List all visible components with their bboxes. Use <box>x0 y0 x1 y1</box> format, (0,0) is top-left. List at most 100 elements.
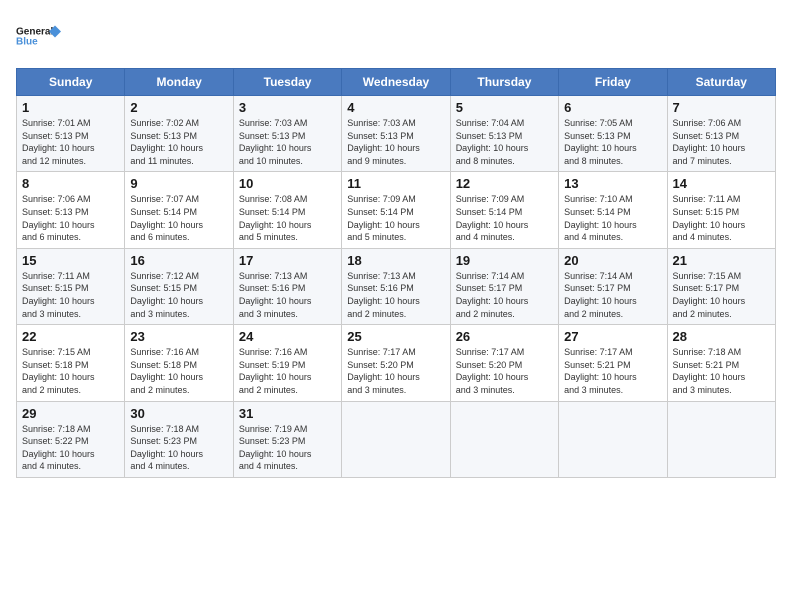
calendar-cell: 25 Sunrise: 7:17 AMSunset: 5:20 PMDaylig… <box>342 325 450 401</box>
day-number: 31 <box>239 406 336 421</box>
calendar-week-1: 1 Sunrise: 7:01 AMSunset: 5:13 PMDayligh… <box>17 96 776 172</box>
day-info: Sunrise: 7:03 AMSunset: 5:13 PMDaylight:… <box>239 117 336 167</box>
day-number: 17 <box>239 253 336 268</box>
calendar-cell: 30 Sunrise: 7:18 AMSunset: 5:23 PMDaylig… <box>125 401 233 477</box>
day-info: Sunrise: 7:13 AMSunset: 5:16 PMDaylight:… <box>239 270 336 320</box>
day-number: 15 <box>22 253 119 268</box>
day-info: Sunrise: 7:07 AMSunset: 5:14 PMDaylight:… <box>130 193 227 243</box>
svg-text:General: General <box>16 27 53 38</box>
day-info: Sunrise: 7:17 AMSunset: 5:21 PMDaylight:… <box>564 346 661 396</box>
day-number: 26 <box>456 329 553 344</box>
day-info: Sunrise: 7:14 AMSunset: 5:17 PMDaylight:… <box>456 270 553 320</box>
calendar-cell: 16 Sunrise: 7:12 AMSunset: 5:15 PMDaylig… <box>125 248 233 324</box>
day-info: Sunrise: 7:09 AMSunset: 5:14 PMDaylight:… <box>456 193 553 243</box>
day-number: 2 <box>130 100 227 115</box>
day-number: 19 <box>456 253 553 268</box>
calendar-cell: 3 Sunrise: 7:03 AMSunset: 5:13 PMDayligh… <box>233 96 341 172</box>
day-info: Sunrise: 7:11 AMSunset: 5:15 PMDaylight:… <box>22 270 119 320</box>
day-header-saturday: Saturday <box>667 69 775 96</box>
day-info: Sunrise: 7:08 AMSunset: 5:14 PMDaylight:… <box>239 193 336 243</box>
calendar-cell: 19 Sunrise: 7:14 AMSunset: 5:17 PMDaylig… <box>450 248 558 324</box>
day-info: Sunrise: 7:16 AMSunset: 5:18 PMDaylight:… <box>130 346 227 396</box>
calendar-cell: 14 Sunrise: 7:11 AMSunset: 5:15 PMDaylig… <box>667 172 775 248</box>
day-number: 20 <box>564 253 661 268</box>
calendar-week-3: 15 Sunrise: 7:11 AMSunset: 5:15 PMDaylig… <box>17 248 776 324</box>
calendar-cell: 12 Sunrise: 7:09 AMSunset: 5:14 PMDaylig… <box>450 172 558 248</box>
calendar-cell: 22 Sunrise: 7:15 AMSunset: 5:18 PMDaylig… <box>17 325 125 401</box>
calendar-cell <box>342 401 450 477</box>
day-number: 3 <box>239 100 336 115</box>
calendar-week-2: 8 Sunrise: 7:06 AMSunset: 5:13 PMDayligh… <box>17 172 776 248</box>
day-number: 7 <box>673 100 770 115</box>
calendar-table: SundayMondayTuesdayWednesdayThursdayFrid… <box>16 68 776 478</box>
day-number: 12 <box>456 176 553 191</box>
day-info: Sunrise: 7:18 AMSunset: 5:22 PMDaylight:… <box>22 423 119 473</box>
day-info: Sunrise: 7:01 AMSunset: 5:13 PMDaylight:… <box>22 117 119 167</box>
day-number: 29 <box>22 406 119 421</box>
day-info: Sunrise: 7:15 AMSunset: 5:18 PMDaylight:… <box>22 346 119 396</box>
day-info: Sunrise: 7:19 AMSunset: 5:23 PMDaylight:… <box>239 423 336 473</box>
day-header-thursday: Thursday <box>450 69 558 96</box>
calendar-cell <box>450 401 558 477</box>
day-info: Sunrise: 7:12 AMSunset: 5:15 PMDaylight:… <box>130 270 227 320</box>
logo-svg: General Blue <box>16 16 66 58</box>
day-header-row: SundayMondayTuesdayWednesdayThursdayFrid… <box>17 69 776 96</box>
logo: General Blue <box>16 16 66 58</box>
calendar-cell: 11 Sunrise: 7:09 AMSunset: 5:14 PMDaylig… <box>342 172 450 248</box>
day-info: Sunrise: 7:10 AMSunset: 5:14 PMDaylight:… <box>564 193 661 243</box>
calendar-cell: 17 Sunrise: 7:13 AMSunset: 5:16 PMDaylig… <box>233 248 341 324</box>
day-header-sunday: Sunday <box>17 69 125 96</box>
calendar-cell: 2 Sunrise: 7:02 AMSunset: 5:13 PMDayligh… <box>125 96 233 172</box>
calendar-cell: 27 Sunrise: 7:17 AMSunset: 5:21 PMDaylig… <box>559 325 667 401</box>
calendar-cell <box>667 401 775 477</box>
day-header-tuesday: Tuesday <box>233 69 341 96</box>
day-info: Sunrise: 7:11 AMSunset: 5:15 PMDaylight:… <box>673 193 770 243</box>
day-number: 8 <box>22 176 119 191</box>
day-info: Sunrise: 7:15 AMSunset: 5:17 PMDaylight:… <box>673 270 770 320</box>
calendar-cell: 10 Sunrise: 7:08 AMSunset: 5:14 PMDaylig… <box>233 172 341 248</box>
day-number: 16 <box>130 253 227 268</box>
day-info: Sunrise: 7:06 AMSunset: 5:13 PMDaylight:… <box>673 117 770 167</box>
calendar-cell: 7 Sunrise: 7:06 AMSunset: 5:13 PMDayligh… <box>667 96 775 172</box>
day-number: 6 <box>564 100 661 115</box>
calendar-cell: 5 Sunrise: 7:04 AMSunset: 5:13 PMDayligh… <box>450 96 558 172</box>
day-info: Sunrise: 7:06 AMSunset: 5:13 PMDaylight:… <box>22 193 119 243</box>
calendar-cell: 8 Sunrise: 7:06 AMSunset: 5:13 PMDayligh… <box>17 172 125 248</box>
day-info: Sunrise: 7:18 AMSunset: 5:23 PMDaylight:… <box>130 423 227 473</box>
day-number: 28 <box>673 329 770 344</box>
calendar-cell: 28 Sunrise: 7:18 AMSunset: 5:21 PMDaylig… <box>667 325 775 401</box>
calendar-cell: 4 Sunrise: 7:03 AMSunset: 5:13 PMDayligh… <box>342 96 450 172</box>
day-info: Sunrise: 7:05 AMSunset: 5:13 PMDaylight:… <box>564 117 661 167</box>
day-info: Sunrise: 7:16 AMSunset: 5:19 PMDaylight:… <box>239 346 336 396</box>
day-info: Sunrise: 7:09 AMSunset: 5:14 PMDaylight:… <box>347 193 444 243</box>
calendar-cell: 6 Sunrise: 7:05 AMSunset: 5:13 PMDayligh… <box>559 96 667 172</box>
day-number: 24 <box>239 329 336 344</box>
day-info: Sunrise: 7:04 AMSunset: 5:13 PMDaylight:… <box>456 117 553 167</box>
day-number: 25 <box>347 329 444 344</box>
day-number: 9 <box>130 176 227 191</box>
day-number: 30 <box>130 406 227 421</box>
day-number: 22 <box>22 329 119 344</box>
day-number: 18 <box>347 253 444 268</box>
day-number: 11 <box>347 176 444 191</box>
day-info: Sunrise: 7:17 AMSunset: 5:20 PMDaylight:… <box>347 346 444 396</box>
calendar-cell: 13 Sunrise: 7:10 AMSunset: 5:14 PMDaylig… <box>559 172 667 248</box>
day-number: 4 <box>347 100 444 115</box>
svg-text:Blue: Blue <box>16 37 38 48</box>
calendar-cell: 18 Sunrise: 7:13 AMSunset: 5:16 PMDaylig… <box>342 248 450 324</box>
calendar-cell: 20 Sunrise: 7:14 AMSunset: 5:17 PMDaylig… <box>559 248 667 324</box>
day-number: 10 <box>239 176 336 191</box>
calendar-cell: 1 Sunrise: 7:01 AMSunset: 5:13 PMDayligh… <box>17 96 125 172</box>
day-header-monday: Monday <box>125 69 233 96</box>
calendar-week-5: 29 Sunrise: 7:18 AMSunset: 5:22 PMDaylig… <box>17 401 776 477</box>
calendar-cell <box>559 401 667 477</box>
day-number: 13 <box>564 176 661 191</box>
day-header-wednesday: Wednesday <box>342 69 450 96</box>
day-info: Sunrise: 7:03 AMSunset: 5:13 PMDaylight:… <box>347 117 444 167</box>
day-number: 1 <box>22 100 119 115</box>
day-number: 5 <box>456 100 553 115</box>
calendar-cell: 24 Sunrise: 7:16 AMSunset: 5:19 PMDaylig… <box>233 325 341 401</box>
day-info: Sunrise: 7:02 AMSunset: 5:13 PMDaylight:… <box>130 117 227 167</box>
day-header-friday: Friday <box>559 69 667 96</box>
day-info: Sunrise: 7:17 AMSunset: 5:20 PMDaylight:… <box>456 346 553 396</box>
